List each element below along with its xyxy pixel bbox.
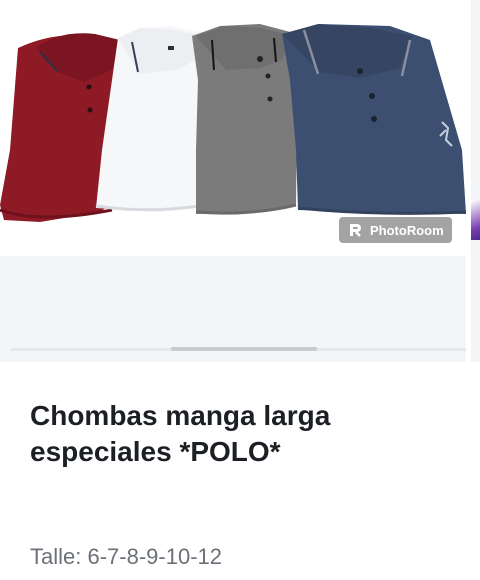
photoroom-watermark: PhotoRoom [339, 217, 452, 243]
next-image-peek[interactable] [471, 0, 480, 362]
carousel-scroll-thumb[interactable] [171, 347, 317, 351]
product-title: Chombas manga larga especiales *POLO* [30, 400, 331, 467]
product-photo[interactable]: PhotoRoom [0, 0, 467, 256]
navy-polo-shirt [282, 24, 467, 215]
next-image-preview [471, 200, 480, 240]
gray-polo-shirt [192, 24, 298, 215]
product-image-carousel[interactable]: PhotoRoom [0, 0, 480, 362]
photoroom-logo-icon [350, 224, 361, 237]
product-sizes: Talle: 6-7-8-9-10-12 [30, 544, 222, 569]
watermark-label: PhotoRoom [370, 222, 444, 238]
